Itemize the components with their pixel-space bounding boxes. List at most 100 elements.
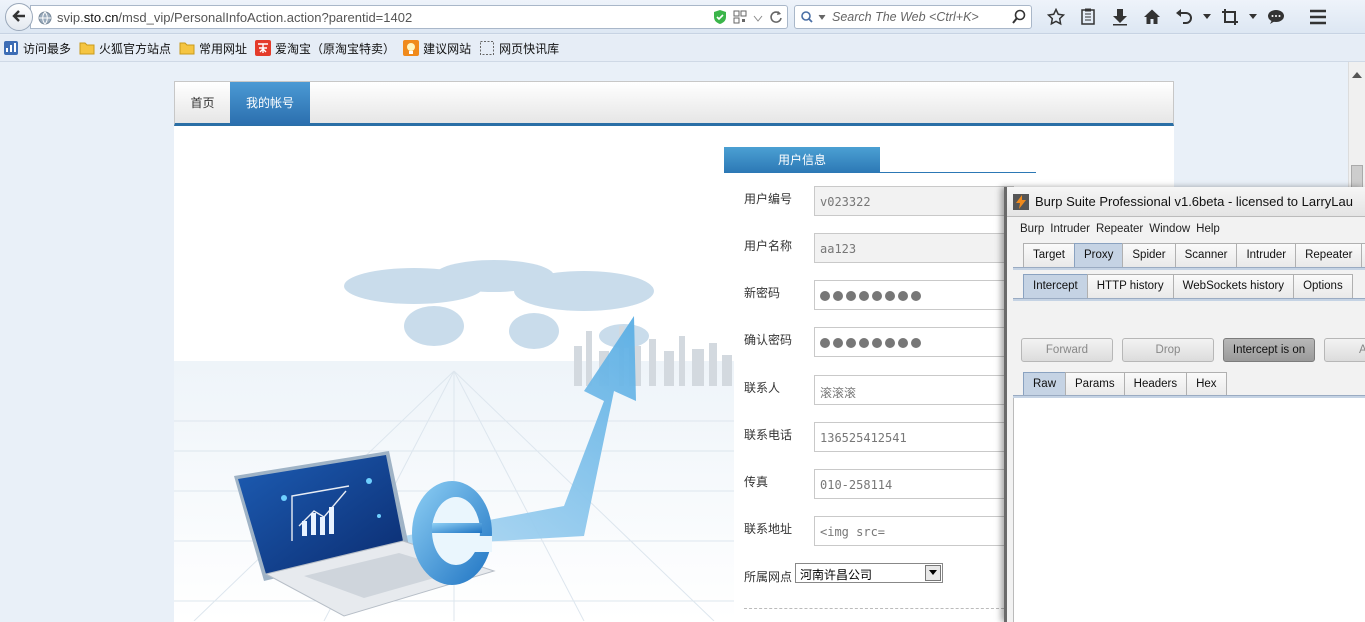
tab-target[interactable]: Target bbox=[1023, 243, 1075, 267]
contact-label: 联系人 bbox=[744, 381, 781, 395]
shield-icon[interactable] bbox=[713, 9, 727, 28]
undo-dropdown-icon[interactable] bbox=[1200, 5, 1214, 29]
tab-params[interactable]: Params bbox=[1065, 372, 1125, 396]
phone-label: 联系电话 bbox=[744, 428, 793, 442]
globe-icon bbox=[38, 11, 52, 28]
menu-intruder[interactable]: Intruder bbox=[1050, 223, 1090, 235]
reload-icon[interactable] bbox=[769, 10, 783, 27]
most-visited-icon bbox=[3, 40, 19, 56]
fax-label: 传真 bbox=[744, 475, 769, 489]
action-button[interactable]: Ac bbox=[1324, 338, 1365, 362]
section-divider bbox=[724, 172, 1036, 173]
username-label: 用户名称 bbox=[744, 239, 793, 253]
chat-icon[interactable] bbox=[1260, 5, 1292, 29]
search-bar[interactable]: Search The Web <Ctrl+K> bbox=[794, 5, 1032, 29]
suggested-sites-icon bbox=[403, 40, 420, 56]
drop-button[interactable]: Drop bbox=[1122, 338, 1214, 362]
tab-options[interactable]: Options bbox=[1293, 274, 1353, 298]
username-field[interactable]: aa123 bbox=[814, 233, 1014, 263]
branch-select[interactable]: 河南许昌公司 bbox=[795, 563, 943, 583]
burp-window-title: Burp Suite Professional v1.6beta - licen… bbox=[1035, 194, 1353, 209]
qr-code-icon[interactable] bbox=[733, 10, 747, 27]
tab-http-history[interactable]: HTTP history bbox=[1086, 274, 1174, 298]
tab-sequencer-partial[interactable]: S bbox=[1361, 243, 1365, 267]
download-icon[interactable] bbox=[1104, 5, 1136, 29]
dropdown-arrow-icon[interactable] bbox=[753, 12, 763, 26]
request-editor[interactable] bbox=[1013, 398, 1365, 622]
chevron-down-icon[interactable] bbox=[925, 565, 941, 581]
user-id-field[interactable]: v023322 bbox=[814, 186, 1014, 216]
web-slice-icon bbox=[479, 40, 495, 56]
search-placeholder: Search The Web <Ctrl+K> bbox=[832, 10, 979, 24]
folder-icon bbox=[179, 40, 195, 56]
bookmark-web-slice[interactable]: 网页快讯库 bbox=[479, 40, 559, 57]
crop-dropdown-icon[interactable] bbox=[1246, 5, 1260, 29]
phone-field[interactable]: 136525412541 bbox=[814, 422, 1014, 452]
bookmark-firefox-sites[interactable]: 火狐官方站点 bbox=[79, 40, 171, 57]
address-field[interactable]: <img src= bbox=[814, 516, 1014, 546]
search-icon[interactable] bbox=[1011, 9, 1027, 28]
url-text: svip.sto.cn/msd_vip/PersonalInfoAction.a… bbox=[57, 10, 413, 25]
tab-raw[interactable]: Raw bbox=[1023, 372, 1067, 396]
browser-toolbar: svip.sto.cn/msd_vip/PersonalInfoAction.a… bbox=[0, 0, 1365, 34]
nav-tab-home[interactable]: 首页 bbox=[175, 82, 230, 125]
site-nav: 首页 我的帐号 bbox=[174, 81, 1174, 126]
undo-icon[interactable] bbox=[1168, 5, 1200, 29]
tab-intercept[interactable]: Intercept bbox=[1023, 274, 1088, 298]
burp-main-tabs: Target Proxy Spider Scanner Intruder Rep… bbox=[1023, 243, 1365, 267]
password-mask bbox=[820, 289, 1008, 301]
form-divider bbox=[744, 608, 1004, 609]
forward-button[interactable]: Forward bbox=[1021, 338, 1113, 362]
folder-icon bbox=[79, 40, 95, 56]
tab-proxy[interactable]: Proxy bbox=[1073, 243, 1124, 267]
home-icon[interactable] bbox=[1136, 5, 1168, 29]
new-password-field[interactable] bbox=[814, 280, 1014, 310]
intercept-toggle-button[interactable]: Intercept is on bbox=[1223, 338, 1315, 362]
bookmark-most-visited[interactable]: 访问最多 bbox=[3, 40, 71, 57]
tab-intruder[interactable]: Intruder bbox=[1236, 243, 1297, 267]
tab-headers[interactable]: Headers bbox=[1123, 372, 1188, 396]
tab-underline bbox=[1013, 267, 1365, 270]
back-button[interactable] bbox=[5, 3, 33, 31]
tab-hex[interactable]: Hex bbox=[1186, 372, 1227, 396]
tab-spider[interactable]: Spider bbox=[1122, 243, 1176, 267]
search-engine-icon[interactable] bbox=[800, 10, 828, 27]
reading-list-icon[interactable] bbox=[1072, 5, 1104, 29]
confirm-password-label: 确认密码 bbox=[744, 333, 793, 347]
burp-menu-bar: Burp Intruder Repeater Window Help bbox=[1007, 218, 1365, 240]
crop-icon[interactable] bbox=[1214, 5, 1246, 29]
menu-window[interactable]: Window bbox=[1149, 223, 1190, 235]
back-arrow-icon bbox=[11, 8, 27, 27]
bookmarks-toolbar: 访问最多 火狐官方站点 常用网址 爱淘宝（原淘宝特卖） 建议网站 网页快讯库 bbox=[0, 35, 1365, 62]
taobao-icon bbox=[255, 40, 272, 56]
menu-help[interactable]: Help bbox=[1196, 223, 1220, 235]
proxy-sub-tabs: Intercept HTTP history WebSockets histor… bbox=[1023, 274, 1353, 298]
tab-scanner[interactable]: Scanner bbox=[1174, 243, 1238, 267]
bookmark-star-icon[interactable] bbox=[1040, 5, 1072, 29]
menu-icon[interactable] bbox=[1302, 5, 1334, 29]
url-bar[interactable]: svip.sto.cn/msd_vip/PersonalInfoAction.a… bbox=[30, 5, 788, 29]
bookmark-suggested-sites[interactable]: 建议网站 bbox=[403, 40, 471, 57]
hero-illustration bbox=[174, 251, 734, 621]
contact-field[interactable]: 滚滚滚 bbox=[814, 375, 1014, 405]
burp-suite-window: Burp Suite Professional v1.6beta - licen… bbox=[1004, 187, 1365, 622]
address-label: 联系地址 bbox=[744, 522, 793, 536]
burp-title-bar[interactable]: Burp Suite Professional v1.6beta - licen… bbox=[1007, 187, 1365, 217]
tab-repeater[interactable]: Repeater bbox=[1295, 243, 1363, 267]
bookmark-common-sites[interactable]: 常用网址 bbox=[179, 40, 247, 57]
scroll-up-arrow-icon[interactable] bbox=[1352, 67, 1362, 81]
menu-repeater[interactable]: Repeater bbox=[1096, 223, 1143, 235]
confirm-password-field[interactable] bbox=[814, 327, 1014, 357]
fax-field[interactable]: 010-258114 bbox=[814, 469, 1014, 499]
section-title: 用户信息 bbox=[724, 147, 880, 173]
user-id-label: 用户编号 bbox=[744, 192, 793, 206]
bookmark-taobao[interactable]: 爱淘宝（原淘宝特卖） bbox=[255, 40, 395, 57]
new-password-label: 新密码 bbox=[744, 286, 781, 300]
password-mask bbox=[820, 336, 1008, 348]
tab-underline bbox=[1013, 298, 1365, 301]
nav-tab-my-account[interactable]: 我的帐号 bbox=[230, 82, 310, 125]
branch-selected-value: 河南许昌公司 bbox=[800, 568, 873, 582]
burp-logo-icon bbox=[1013, 193, 1029, 210]
tab-websockets-history[interactable]: WebSockets history bbox=[1172, 274, 1295, 298]
menu-burp[interactable]: Burp bbox=[1020, 223, 1044, 235]
